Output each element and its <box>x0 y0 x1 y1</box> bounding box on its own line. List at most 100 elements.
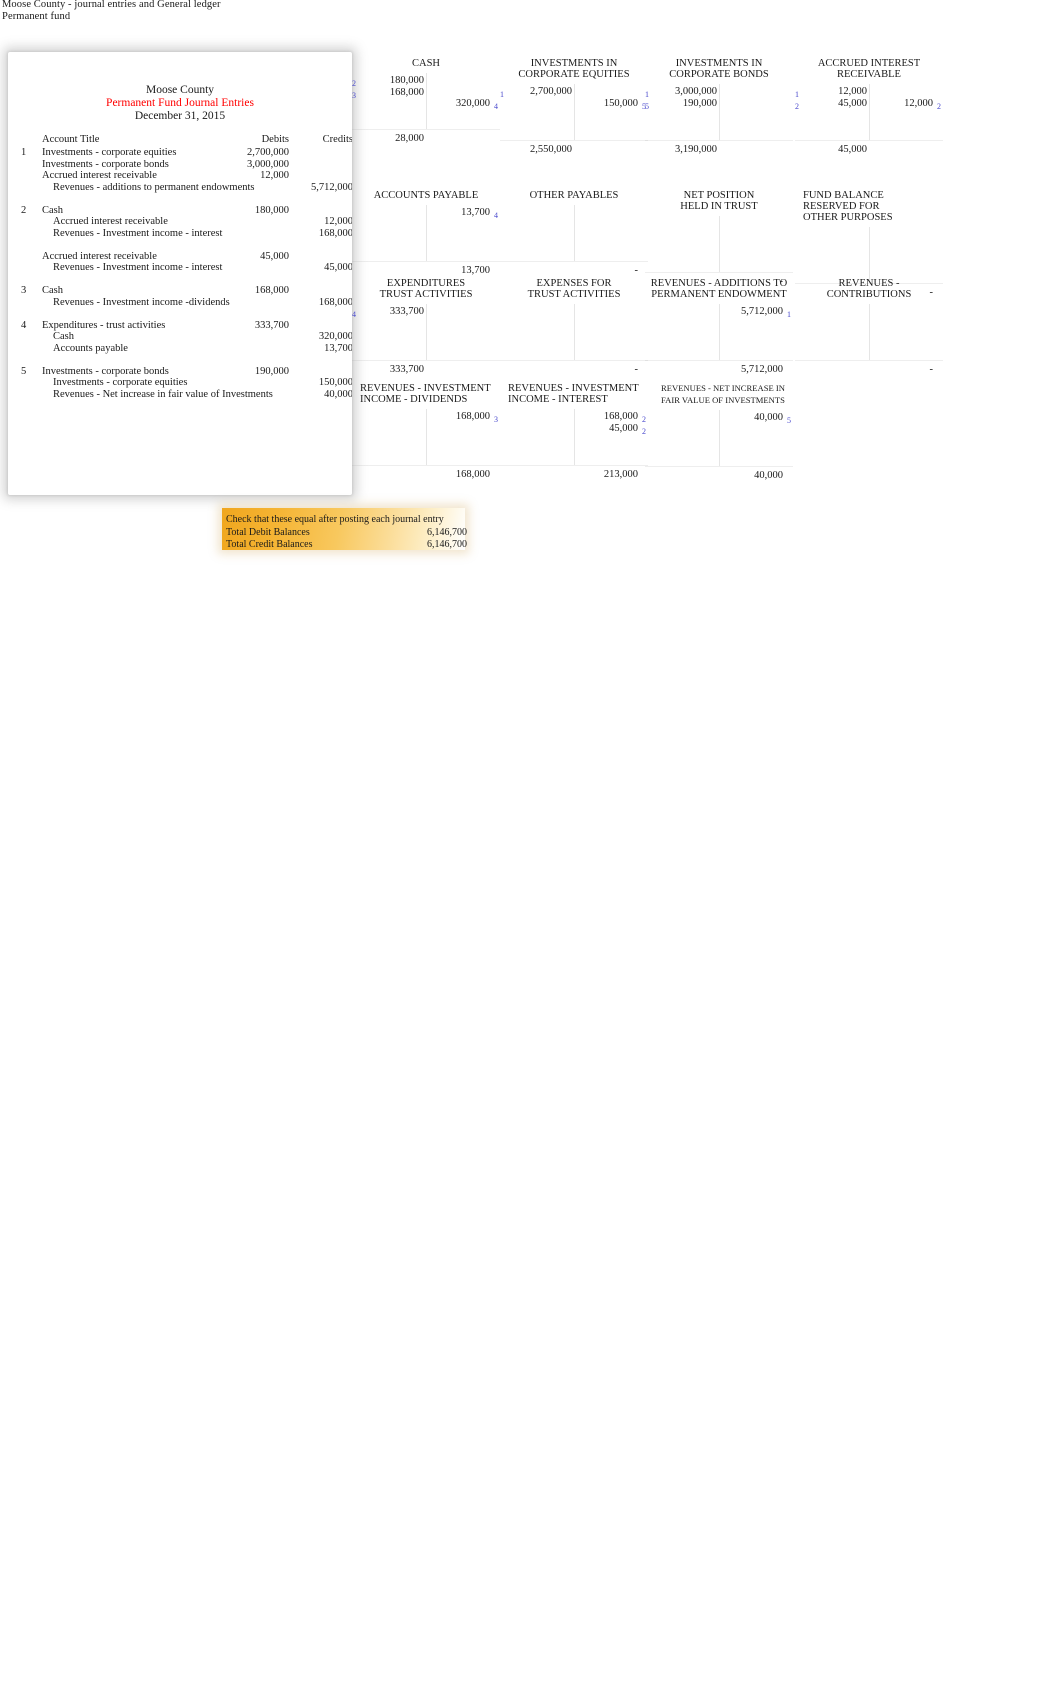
t-account-horizontal-rule <box>645 272 793 273</box>
journal-title-date: December 31, 2015 <box>134 110 226 122</box>
t-account-debit-ref: 5 <box>645 101 649 111</box>
t-account-debit-ref: 4 <box>352 310 356 319</box>
t-account-title-line: EXPENDITURES <box>386 278 466 289</box>
t-account-credit-amount: 13,700 <box>461 207 490 218</box>
t-account-total-credit: - <box>929 364 934 375</box>
t-account-title-line: REVENUES - INVESTMENT <box>360 383 491 394</box>
t-account-total-debit <box>651 364 717 376</box>
t-account-vertical-rule <box>869 84 870 140</box>
t-account-body: 5,712,000 1 5,712,000 <box>645 304 793 375</box>
t-account-total-credit <box>430 133 490 145</box>
t-account-body: - <box>500 304 648 375</box>
journal-entry-number: 1 <box>21 147 27 158</box>
t-account-vertical-rule <box>426 73 427 129</box>
t-account-body: 168,000 3 168,000 <box>352 409 500 480</box>
t-account-revenues-investment-income-interest: REVENUES - INVESTMENT INCOME - INTEREST 16… <box>500 383 648 480</box>
journal-account-title: Accounts payable <box>53 342 128 354</box>
t-account-total-debit <box>506 265 572 277</box>
t-account-vertical-rule <box>574 304 575 360</box>
t-account-vertical-rule <box>574 409 575 465</box>
t-account-body: 3,000,000 1 190,000 5 3,190,000 <box>645 84 793 155</box>
t-account-body: - <box>795 304 943 375</box>
t-account-title-line: OTHER PAYABLES <box>529 190 619 201</box>
t-account-title-line: HELD IN TRUST <box>680 201 758 212</box>
document-caption: Moose County - journal entries and Gener… <box>2 0 221 22</box>
t-account-debit-ref: 1 <box>500 90 504 99</box>
t-account-title-line: REVENUES - ADDITIONS TO <box>650 278 788 289</box>
t-account-horizontal-rule <box>352 360 500 361</box>
journal-entry-number: 2 <box>21 204 27 216</box>
t-account-body: 40,000 5 40,000 <box>645 410 793 481</box>
t-account-debit-amount: 45,000 <box>838 97 867 109</box>
t-account-credit-amount: 40,000 <box>754 412 783 423</box>
t-account-title-line: REVENUES - <box>838 278 900 289</box>
t-account-body: 168,000 2 45,000 2 213,000 <box>500 409 648 480</box>
t-account-total-debit <box>801 364 867 376</box>
t-account-horizontal-rule <box>645 140 793 141</box>
t-account-body: - <box>500 205 648 276</box>
t-account-horizontal-rule <box>352 129 500 130</box>
journal-line: Accrued interest receivable 12,000 <box>8 216 352 228</box>
journal-debit-amount: 45,000 <box>260 250 289 262</box>
journal-debit-amount: 333,700 <box>254 319 289 331</box>
t-account-title-line: FUND BALANCE <box>803 190 884 201</box>
journal-account-title: Revenues - additions to permanent endowm… <box>53 181 255 193</box>
t-account-vertical-rule <box>719 410 720 466</box>
journal-account-title: Accrued interest receivable <box>53 216 168 227</box>
t-account-total-debit <box>506 469 572 481</box>
t-account-credit-amount: 45,000 <box>609 422 638 434</box>
t-account-title-line: OTHER PURPOSES <box>803 212 893 223</box>
t-account-total-credit: 13,700 <box>461 265 490 276</box>
t-account-total-credit: - <box>634 265 639 276</box>
t-account-horizontal-rule <box>352 261 500 262</box>
t-account-revenues-additions-permanent-endowment: REVENUES - ADDITIONS TO PERMANENT ENDOWME… <box>645 278 793 375</box>
t-account-total-debit: 28,000 <box>395 133 424 144</box>
journal-line: 5 Investments - corporate bonds 190,000 <box>8 366 352 378</box>
journal-account-title: Investments - corporate bonds <box>42 365 169 377</box>
t-account-body: - <box>795 227 943 298</box>
t-account-title-line: INVESTMENTS IN <box>675 58 763 69</box>
t-account-credit-amount: 5,712,000 <box>741 306 783 317</box>
t-account-fund-balance-reserved-other-purposes: FUND BALANCE RESERVED FOR OTHER PURPOSES - <box>795 190 943 298</box>
t-account-title-line: RESERVED FOR <box>803 201 880 212</box>
journal-debit-amount: 190,000 <box>254 365 289 377</box>
journal-account-title: Revenues - Net increase in fair value of… <box>53 388 273 400</box>
t-account-title-line: NET POSITION <box>683 190 755 201</box>
t-account-credit-ref: 5 <box>787 416 791 425</box>
t-account-total-debit <box>358 469 424 481</box>
t-account-title-line: TRUST ACTIVITIES <box>379 289 473 300</box>
t-account-debit-amount: 168,000 <box>389 86 424 98</box>
t-account-body: 12,000 1 45,000 2 12,000 2 45,000 <box>795 84 943 155</box>
t-account-title-line: PERMANENT ENDOWMENT <box>651 289 787 300</box>
t-account-body: 180,000 2 168,000 3 320,000 4 28,000 <box>352 73 500 144</box>
column-header-account: Account Title <box>42 134 100 145</box>
journal-line: Accounts payable 13,700 <box>8 343 352 355</box>
journal-credit-amount: 150,000 <box>318 377 352 388</box>
journal-account-title: Cash <box>42 204 63 216</box>
t-account-credit-amount: 150,000 <box>603 97 638 109</box>
t-account-total-credit: 213,000 <box>603 469 638 480</box>
t-account-credit-amount: 168,000 <box>455 411 490 422</box>
t-account-debit-amount: 3,000,000 <box>675 86 717 97</box>
journal-credit-amount: 168,000 <box>318 227 352 239</box>
t-account-horizontal-rule <box>500 140 648 141</box>
journal-debit-amount: 168,000 <box>254 285 289 296</box>
journal-account-title: Investments - corporate equities <box>53 377 188 388</box>
t-account-horizontal-rule <box>795 140 943 141</box>
t-account-title-line: CASH <box>411 58 440 69</box>
journal-line: 3 Cash 168,000 <box>8 285 352 297</box>
check-note: Check that these equal after posting eac… <box>226 514 444 525</box>
t-account-debit-ref: 2 <box>795 101 799 111</box>
t-account-credit-amount: 320,000 <box>455 98 490 109</box>
t-account-total-credit: 168,000 <box>455 469 490 480</box>
t-account-debit-amount: 333,700 <box>389 306 424 317</box>
t-account-credit-amount: 168,000 <box>603 411 638 422</box>
journal-entries-inner: Moose County Permanent Fund Journal Entr… <box>8 52 352 495</box>
t-account-total-debit <box>651 470 717 482</box>
t-account-title-line: REVENUES - NET INCREASE IN <box>661 383 785 393</box>
t-account-total-credit: 5,712,000 <box>741 364 783 375</box>
t-account-debit-ref: 1 <box>645 90 649 99</box>
t-account-horizontal-rule <box>645 360 793 361</box>
t-account-title-line: ACCOUNTS PAYABLE <box>373 190 479 201</box>
journal-account-title: Cash <box>53 331 74 342</box>
